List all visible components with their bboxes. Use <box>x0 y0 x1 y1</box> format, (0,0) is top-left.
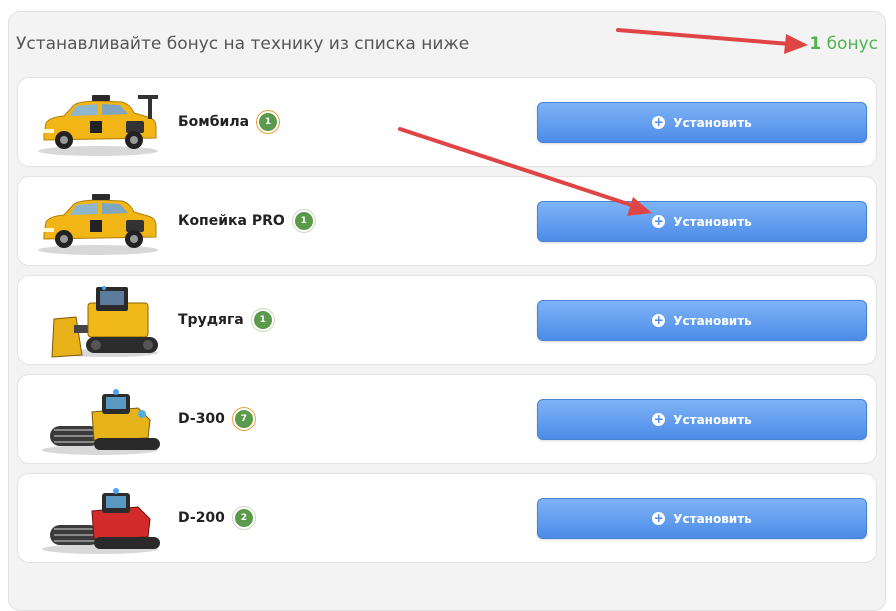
yellow-taxi-car-icon <box>38 194 158 255</box>
vehicle-card: Копейка PRO 1 + Установить <box>17 176 877 266</box>
install-button-label: Установить <box>673 115 752 130</box>
level-badge: 7 <box>234 410 253 428</box>
install-button[interactable]: + Установить <box>537 498 867 539</box>
vehicle-name: Копейка PRO <box>178 213 285 229</box>
vehicle-card: D-300 7 + Установить <box>17 374 877 464</box>
vehicle-card: Трудяга 1 + Установить <box>17 275 877 365</box>
install-button[interactable]: + Установить <box>537 102 867 143</box>
level-badge: 1 <box>253 311 272 329</box>
install-button[interactable]: + Установить <box>537 300 867 341</box>
level-badge: 2 <box>234 509 253 527</box>
yellow-taxi-car-icon <box>38 95 158 156</box>
plus-circle-icon: + <box>652 115 666 129</box>
install-button[interactable]: + Установить <box>537 201 867 242</box>
plus-circle-icon: + <box>652 313 666 327</box>
level-badge: 1 <box>259 113 278 131</box>
bonus-count: 1 <box>809 34 822 54</box>
red-harvester-icon <box>42 488 160 554</box>
install-button-label: Установить <box>673 313 752 328</box>
yellow-bulldozer-icon <box>51 286 158 358</box>
install-button-label: Установить <box>673 412 752 427</box>
install-button-label: Установить <box>673 214 752 229</box>
vehicle-card: D-200 2 + Установить <box>17 473 877 563</box>
install-button[interactable]: + Установить <box>537 399 867 440</box>
vehicle-name: D-200 <box>178 510 225 526</box>
vehicle-name: Бомбила <box>178 114 250 130</box>
vehicle-card: Бомбила 1 + Установить <box>17 77 877 167</box>
install-button-label: Установить <box>673 511 752 526</box>
vehicle-name: D-300 <box>178 411 225 427</box>
vehicle-name: Трудяга <box>178 312 244 328</box>
plus-circle-icon: + <box>652 412 666 426</box>
plus-circle-icon: + <box>652 214 666 228</box>
bonus-counter: 1 бонус <box>809 34 878 54</box>
level-badge: 1 <box>294 212 313 230</box>
plus-circle-icon: + <box>652 511 666 525</box>
yellow-harvester-icon <box>42 389 160 455</box>
panel-header-text: Устанавливайте бонус на технику из списк… <box>16 34 470 54</box>
bonus-label: бонус <box>826 34 878 54</box>
